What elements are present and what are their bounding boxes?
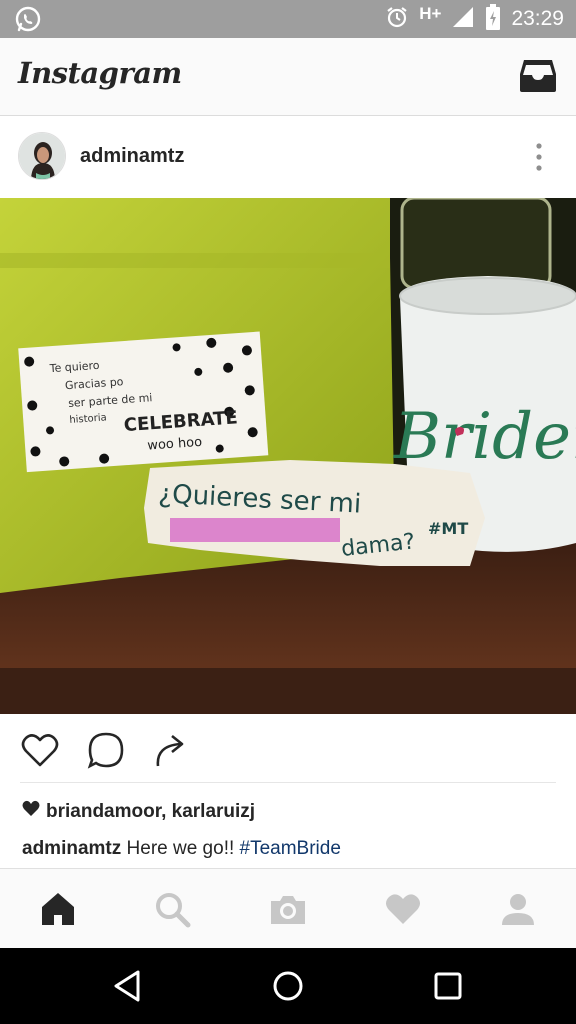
home-icon[interactable] [38,889,78,929]
more-options-icon[interactable] [532,142,546,172]
battery-icon [485,3,501,35]
note-tag: #MT [428,519,468,538]
alarm-icon [385,5,409,34]
signal-icon [451,5,475,34]
post-actions [0,714,576,782]
bottom-nav [0,868,576,948]
search-icon[interactable] [152,889,192,929]
post-header: adminamtz [0,116,576,198]
likes-text[interactable]: briandamoor, karlaruizj [46,801,255,823]
post-username[interactable]: adminamtz [80,145,184,168]
app-header: Instagram [0,38,576,116]
network-type: H+ [419,4,442,23]
caption-username[interactable]: adminamtz [22,838,121,859]
comment-icon[interactable] [86,730,126,770]
avatar[interactable] [18,132,66,180]
small-heart-icon [22,800,40,823]
instagram-logo: Instagram [18,56,182,90]
camera-icon[interactable] [268,889,308,929]
post-photo[interactable]: Briden Te quiero Gracias po ser parte de… [0,198,576,714]
caption-text: Here we go!! [121,838,240,859]
activity-heart-icon[interactable] [383,889,423,929]
status-bar: H+ 23:29 [0,0,576,38]
caption: adminamtz Here we go!! #TeamBride [22,838,341,860]
mug-text: Briden [393,400,576,474]
caption-hashtag[interactable]: #TeamBride [240,838,341,859]
inbox-icon[interactable] [518,58,558,94]
recents-icon[interactable] [428,966,468,1006]
likes-row: briandamoor, karlaruizj [22,800,255,823]
home-circle-icon[interactable] [268,966,308,1006]
profile-icon[interactable] [498,889,538,929]
back-icon[interactable] [108,966,148,1006]
actions-divider [20,782,556,783]
system-nav-bar [0,948,576,1024]
like-heart-icon[interactable] [20,730,60,770]
status-time: 23:29 [511,7,564,30]
share-arrow-icon[interactable] [150,730,190,770]
whatsapp-icon [14,5,42,38]
